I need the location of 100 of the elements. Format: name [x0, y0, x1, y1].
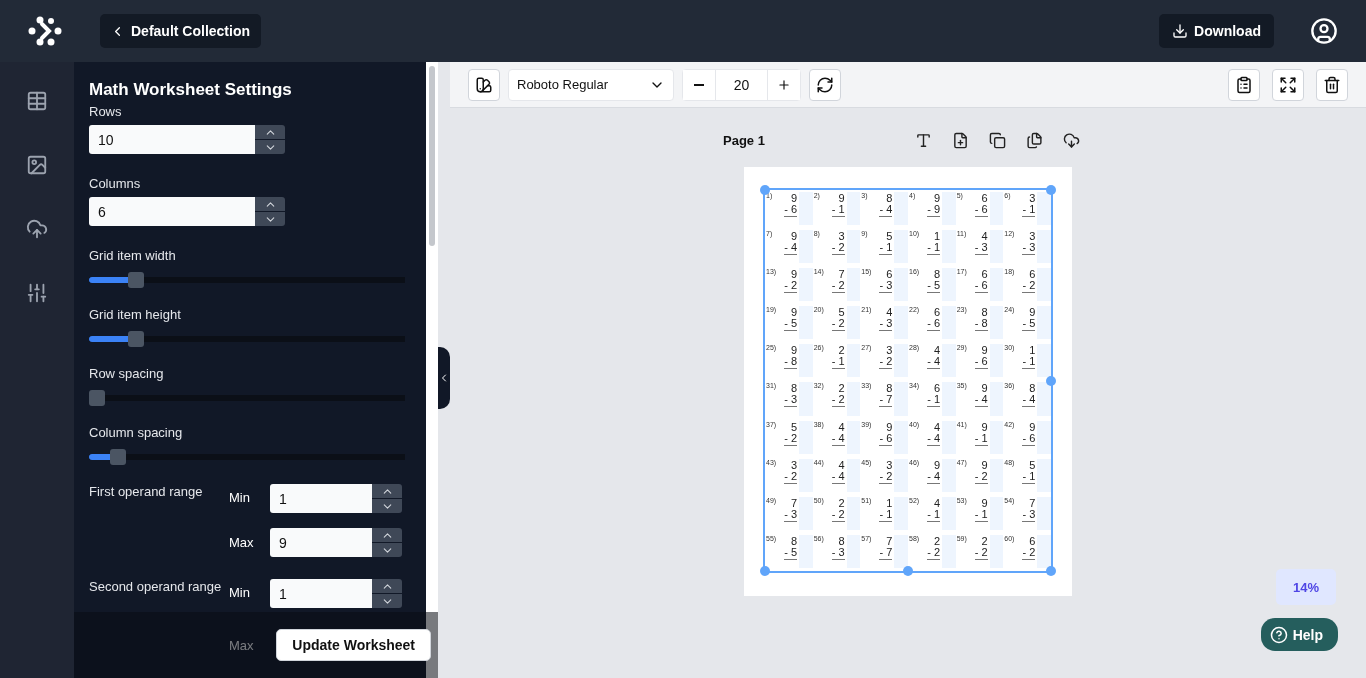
resize-handle[interactable] [1046, 375, 1056, 386]
bottom-operand: - 2 [831, 280, 845, 294]
bottom-operand: - 3 [1022, 242, 1036, 256]
copy-icon[interactable] [989, 132, 1006, 149]
top-operand: 9 [981, 497, 988, 509]
back-button[interactable]: Default Collection [100, 14, 261, 48]
column-spacer [1037, 306, 1051, 340]
expand-icon [1279, 75, 1297, 94]
column-spacer [1037, 268, 1051, 302]
slider-thumb[interactable] [128, 331, 144, 347]
top-operand: 6 [886, 269, 893, 281]
min-label: Min [229, 489, 251, 505]
top-operand: 3 [1029, 193, 1036, 204]
bottom-operand: - 3 [879, 318, 893, 332]
top-operand: 2 [981, 535, 988, 547]
bottom-operand: - 6 [784, 204, 797, 217]
download-button[interactable]: Download [1159, 14, 1274, 48]
bottom-operand: - 8 [974, 318, 988, 332]
bottom-operand: - 2 [1022, 546, 1036, 560]
bottom-operand: - 1 [974, 432, 988, 446]
text-icon[interactable] [915, 132, 932, 149]
top-operand: 5 [886, 231, 893, 243]
resize-handle[interactable] [760, 185, 770, 195]
bottom-operand: - 2 [784, 432, 797, 446]
bottom-operand: - 4 [831, 470, 845, 484]
bottom-operand: - 5 [927, 280, 940, 294]
top-operand: 6 [1029, 269, 1036, 281]
user-icon[interactable] [1310, 17, 1338, 45]
bottom-operand: - 1 [1022, 470, 1036, 484]
cloud-download-icon[interactable] [1063, 132, 1080, 149]
font-select[interactable]: Roboto Regular [508, 68, 674, 101]
sliders-icon[interactable] [26, 282, 48, 304]
collapse-tab[interactable] [438, 347, 450, 409]
bottom-operand: - 3 [784, 508, 797, 522]
top-operand: 9 [981, 421, 988, 433]
slider-thumb[interactable] [110, 449, 126, 465]
refresh-button[interactable] [809, 68, 841, 101]
bottom-operand: - 4 [784, 242, 797, 256]
top-operand: 4 [981, 231, 988, 243]
update-worksheet-button[interactable]: Update Worksheet [276, 629, 431, 661]
files-icon[interactable] [1026, 132, 1043, 149]
bottom-operand: - 6 [974, 356, 988, 370]
top-operand: 8 [1029, 383, 1036, 395]
resize-handle[interactable] [760, 566, 770, 576]
bottom-operand: - 1 [974, 508, 988, 522]
top-operand: 2 [838, 497, 845, 509]
help-button[interactable]: Help [1260, 618, 1338, 651]
top-operand: 8 [838, 535, 845, 547]
scrollbar-thumb[interactable] [429, 66, 435, 246]
selection-frame[interactable] [763, 188, 1053, 573]
clipboard-button[interactable] [1228, 68, 1260, 101]
bottom-operand: - 1 [927, 242, 940, 256]
slider-label: Grid item width [89, 248, 177, 263]
slider-thumb[interactable] [89, 390, 105, 406]
column-spacer [1037, 420, 1051, 454]
top-operand: 9 [790, 345, 797, 357]
top-operand: 9 [838, 193, 845, 204]
zoom-level: 14% [1276, 569, 1336, 605]
slider-label: Column spacing [89, 425, 184, 440]
column-spacer [894, 534, 908, 568]
top-operand: 5 [1029, 459, 1036, 471]
upload-icon[interactable] [26, 218, 48, 240]
table-icon[interactable] [26, 90, 48, 112]
bottom-operand: - 2 [784, 280, 797, 294]
help-icon [1269, 625, 1288, 644]
resize-handle[interactable] [1046, 185, 1056, 195]
slider-thumb[interactable] [128, 272, 144, 288]
bottom-operand: - 1 [1022, 204, 1036, 217]
column-spacer [1037, 382, 1051, 416]
fullscreen-button[interactable] [1272, 68, 1304, 101]
top-operand: 8 [981, 307, 988, 319]
bottom-operand: - 1 [1022, 356, 1036, 370]
resize-handle[interactable] [903, 566, 913, 576]
delete-button[interactable] [1316, 68, 1348, 101]
bottom-operand: - 6 [1022, 432, 1036, 446]
top-operand: 4 [933, 345, 940, 357]
bottom-operand: - 3 [784, 394, 797, 408]
column-spacer [1037, 458, 1051, 492]
image-icon[interactable] [26, 154, 48, 176]
resize-handle[interactable] [1046, 566, 1056, 576]
top-operand: 4 [886, 307, 893, 319]
bottom-operand: - 2 [974, 546, 988, 560]
top-operand: 8 [790, 535, 797, 547]
bottom-operand: - 5 [784, 546, 797, 560]
bottom-operand: - 2 [927, 546, 940, 560]
column-spacer [1037, 534, 1051, 568]
top-operand: 6 [981, 193, 988, 204]
bottom-operand: - 4 [974, 394, 988, 408]
top-operand: 9 [981, 383, 988, 395]
bottom-operand: - 3 [1022, 508, 1036, 522]
top-operand: 9 [981, 459, 988, 471]
top-operand: 3 [790, 459, 797, 471]
bottom-operand: - 1 [831, 204, 845, 217]
top-operand: 6 [1029, 535, 1036, 547]
bottom-operand: - 5 [784, 318, 797, 332]
style-button[interactable] [468, 68, 500, 101]
add-page-icon[interactable] [952, 132, 969, 149]
top-operand: 4 [838, 421, 845, 433]
logo-icon [28, 16, 62, 46]
top-operand: 9 [790, 307, 797, 319]
